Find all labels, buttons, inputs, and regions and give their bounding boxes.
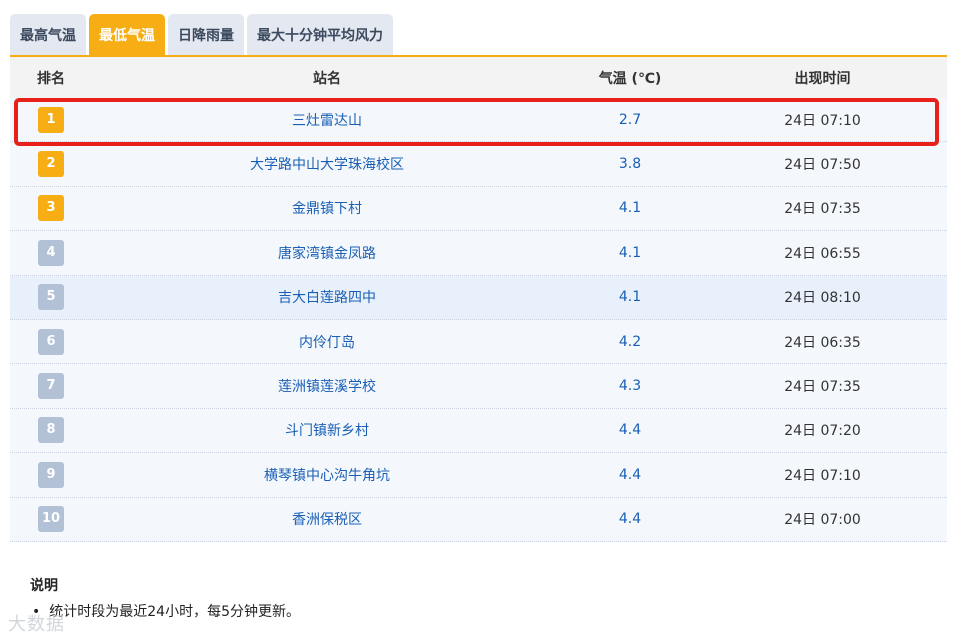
table-row: 7 莲洲镇莲溪学校 4.3 24日 07:35: [10, 364, 947, 409]
notes-title: 说明: [30, 578, 58, 594]
temp-value: 4.1: [618, 200, 642, 217]
table-row: 10 香洲保税区 4.4 24日 07:00: [10, 497, 947, 542]
time-value: 24日 07:20: [784, 423, 861, 440]
rank-badge: 5: [38, 284, 64, 311]
station-link[interactable]: 横琴镇中心沟牛角坑: [92, 465, 562, 485]
time-value: 24日 07:35: [784, 201, 861, 218]
table-row: 4 唐家湾镇金凤路 4.1 24日 06:55: [10, 231, 947, 276]
temp-value: 4.1: [618, 244, 642, 261]
temp-value: 4.4: [618, 422, 642, 439]
station-link[interactable]: 香洲保税区: [92, 509, 562, 529]
rank-badge: 4: [38, 239, 64, 266]
time-value: 24日 07:35: [784, 379, 861, 396]
station-link[interactable]: 斗门镇新乡村: [92, 420, 562, 440]
table-row: 5 吉大白莲路四中 4.1 24日 08:10: [10, 275, 947, 320]
tab-daily-rainfall[interactable]: 日降雨量: [168, 14, 244, 56]
table-row: 1 三灶雷达山 2.7 24日 07:10: [10, 98, 947, 143]
time-value: 24日 07:10: [784, 467, 861, 484]
temp-value: 4.3: [618, 378, 642, 395]
tab-max-wind[interactable]: 最大十分钟平均风力: [247, 14, 393, 56]
temp-value: 3.8: [618, 156, 642, 173]
rank-badge: 6: [38, 328, 64, 355]
rank-badge: 1: [38, 106, 64, 133]
rank-badge: 7: [38, 373, 64, 400]
station-link[interactable]: 吉大白莲路四中: [92, 287, 562, 307]
header-rank: 排名: [37, 70, 65, 87]
table-row: 8 斗门镇新乡村 4.4 24日 07:20: [10, 408, 947, 454]
station-link[interactable]: 三灶雷达山: [92, 110, 562, 130]
tab-bar: 最高气温 最低气温 日降雨量 最大十分钟平均风力: [10, 14, 393, 56]
time-value: 24日 07:10: [784, 112, 861, 129]
table-row: 3 金鼎镇下村 4.1 24日 07:35: [10, 186, 947, 232]
rank-badge: 9: [38, 461, 64, 488]
header-station: 站名: [313, 70, 341, 87]
temp-value: 4.2: [618, 333, 642, 350]
time-value: 24日 08:10: [784, 290, 861, 307]
ranking-table: 排名 站名 气温 (℃) 出现时间 1 三灶雷达山 2.7 24日 07:10 …: [10, 57, 947, 542]
watermark-text: 大数据: [8, 614, 65, 635]
station-link[interactable]: 金鼎镇下村: [92, 198, 562, 218]
station-link[interactable]: 内伶仃岛: [92, 332, 562, 352]
rank-badge: 10: [38, 506, 64, 533]
time-value: 24日 06:35: [784, 334, 861, 351]
table-header: 排名 站名 气温 (℃) 出现时间: [10, 57, 947, 98]
table-row: 9 横琴镇中心沟牛角坑 4.4 24日 07:10: [10, 453, 947, 498]
station-link[interactable]: 莲洲镇莲溪学校: [92, 376, 562, 396]
tab-min-temp[interactable]: 最低气温: [89, 14, 165, 56]
tab-max-temp[interactable]: 最高气温: [10, 14, 86, 56]
notes-item: 统计时段为最近24小时，每5分钟更新。: [32, 601, 300, 621]
rank-badge: 2: [38, 151, 64, 178]
temp-value: 4.4: [618, 511, 642, 528]
station-link[interactable]: 大学路中山大学珠海校区: [92, 154, 562, 174]
time-value: 24日 07:50: [784, 157, 861, 174]
time-value: 24日 07:00: [784, 512, 861, 529]
time-value: 24日 06:55: [784, 245, 861, 262]
header-temp: 气温 (℃): [598, 70, 662, 87]
rank-badge: 8: [38, 417, 64, 444]
header-time: 出现时间: [794, 70, 851, 87]
temp-value: 4.4: [618, 466, 642, 483]
table-row: 6 内伶仃岛 4.2 24日 06:35: [10, 319, 947, 365]
temp-value: 2.7: [618, 111, 642, 128]
temp-value: 4.1: [618, 289, 642, 306]
station-link[interactable]: 唐家湾镇金凤路: [92, 243, 562, 263]
table-row: 2 大学路中山大学珠海校区 3.8 24日 07:50: [10, 142, 947, 187]
rank-badge: 3: [38, 195, 64, 222]
